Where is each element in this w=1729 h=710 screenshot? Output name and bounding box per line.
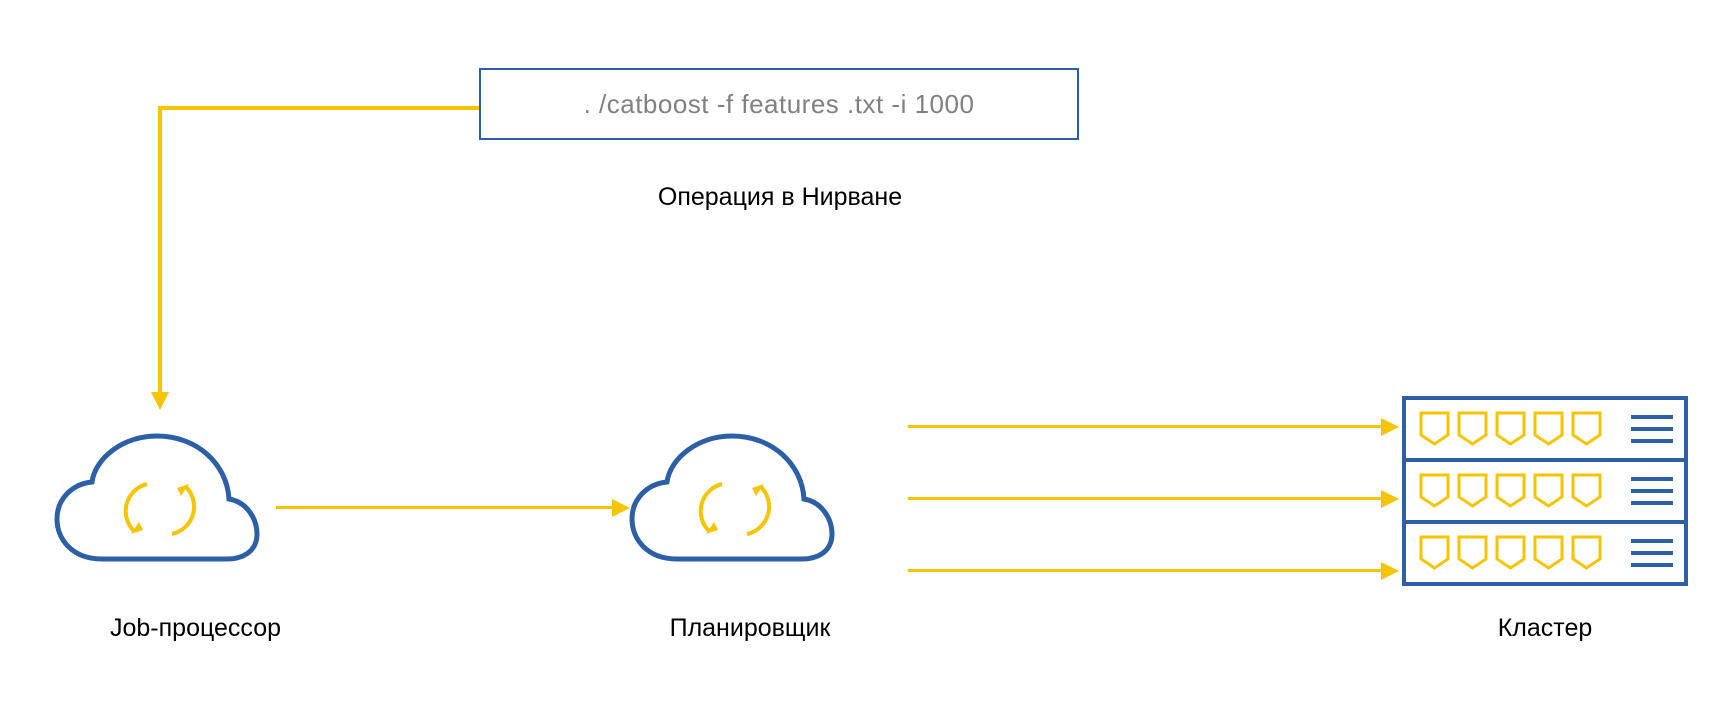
cloud-refresh-icon [47,424,267,574]
cloud-refresh-icon [622,424,842,574]
arrow-elbow-horizontal [158,106,479,110]
arrow-triple-3 [908,569,1382,572]
command-box: . /catboost -f features .txt -i 1000 [479,68,1079,140]
arrow-triple-1 [908,425,1382,428]
planner-label: Планировщик [640,614,860,643]
planner-node [622,424,842,579]
arrow-triple-3-head [1381,562,1399,580]
arrow-triple-2-head [1381,490,1399,508]
arrow-triple-2 [908,497,1382,500]
arrow-triple-1-head [1381,418,1399,436]
server-rack-icon [1401,395,1689,590]
cluster-node [1401,395,1689,595]
arrow-elbow-head [151,392,169,410]
command-text: . /catboost -f features .txt -i 1000 [584,89,975,120]
command-box-caption: Операция в Нирване [620,183,940,212]
job-processor-label: Job-процессор [110,614,310,643]
arrow-elbow-vertical [158,106,162,393]
job-processor-node [47,424,267,579]
cluster-label: Кластер [1485,614,1605,643]
arrow-job-to-planner [276,506,613,509]
